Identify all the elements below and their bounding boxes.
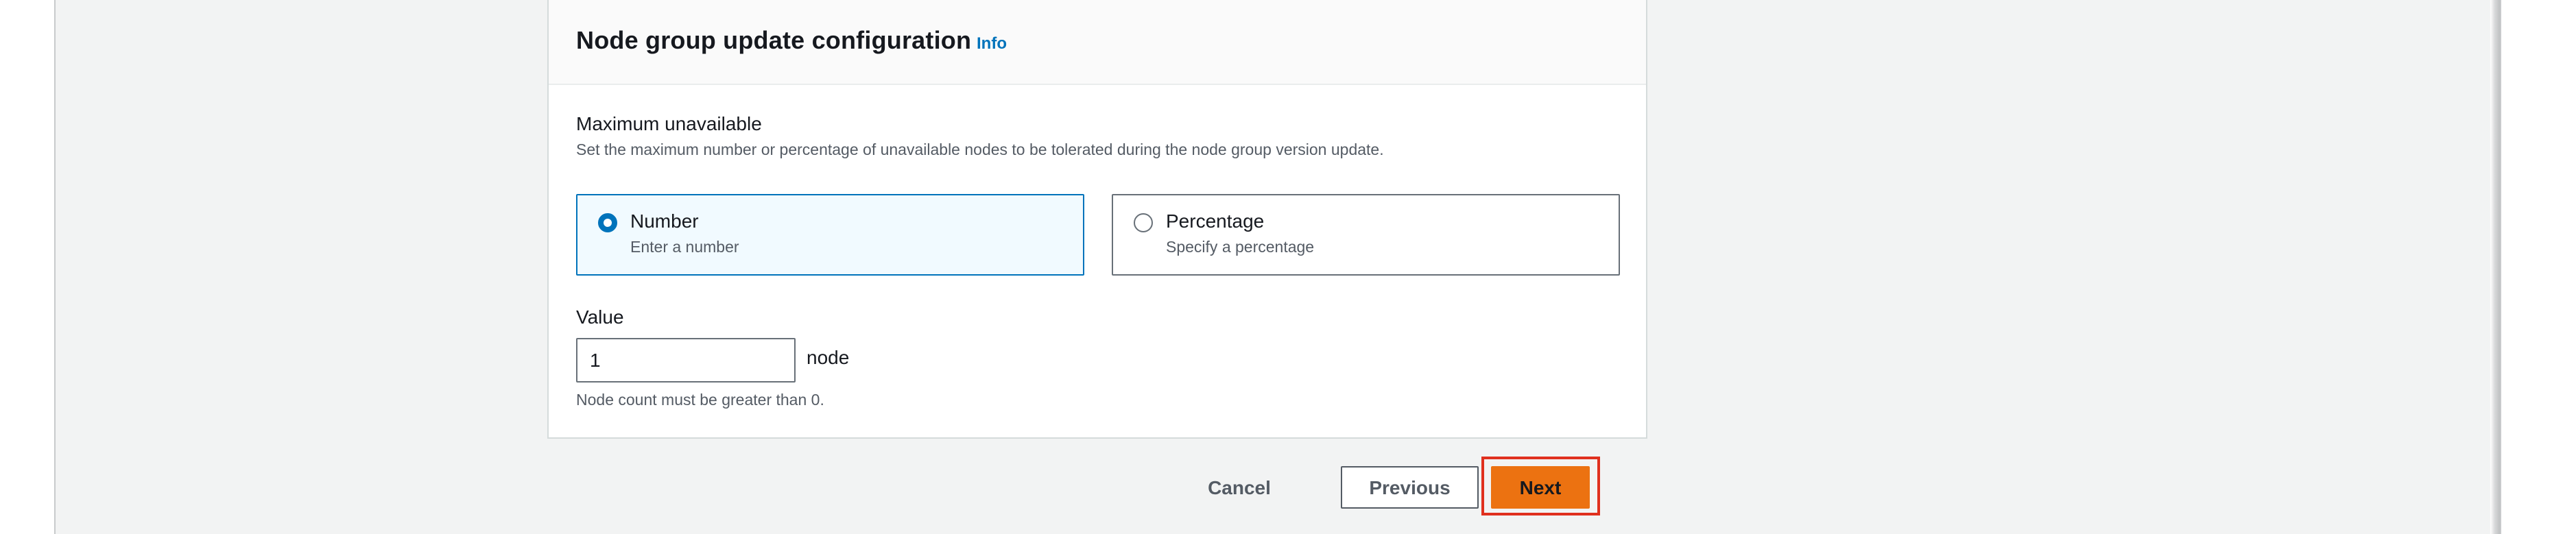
- number-option-tile[interactable]: Number Enter a number: [576, 194, 1084, 276]
- number-option-description: Enter a number: [630, 238, 739, 256]
- page-frame: Node group update configuration Info Max…: [54, 0, 2501, 534]
- percentage-option-description: Specify a percentage: [1166, 238, 1315, 256]
- panel-title: Node group update configuration: [576, 26, 972, 54]
- panel-header: Node group update configuration Info: [549, 0, 1646, 85]
- value-unit-label: node: [807, 347, 850, 368]
- maximum-unavailable-label: Maximum unavailable: [576, 113, 762, 134]
- value-label: Value: [576, 306, 624, 328]
- frame-edge: [2490, 0, 2500, 534]
- previous-button[interactable]: Previous: [1341, 466, 1479, 509]
- percentage-radio[interactable]: [1134, 213, 1153, 232]
- next-button[interactable]: Next: [1491, 466, 1590, 509]
- node-group-update-config-panel: Node group update configuration Info Max…: [547, 0, 1647, 439]
- value-input[interactable]: [576, 338, 796, 383]
- cancel-button[interactable]: Cancel: [1184, 466, 1294, 509]
- maximum-unavailable-description: Set the maximum number or percentage of …: [576, 141, 1384, 158]
- percentage-option-tile[interactable]: Percentage Specify a percentage: [1112, 194, 1620, 276]
- info-link[interactable]: Info: [977, 34, 1007, 53]
- number-radio[interactable]: [598, 213, 617, 232]
- number-option-label: Number: [630, 210, 699, 232]
- percentage-option-label: Percentage: [1166, 210, 1265, 232]
- value-constraint-text: Node count must be greater than 0.: [576, 391, 824, 409]
